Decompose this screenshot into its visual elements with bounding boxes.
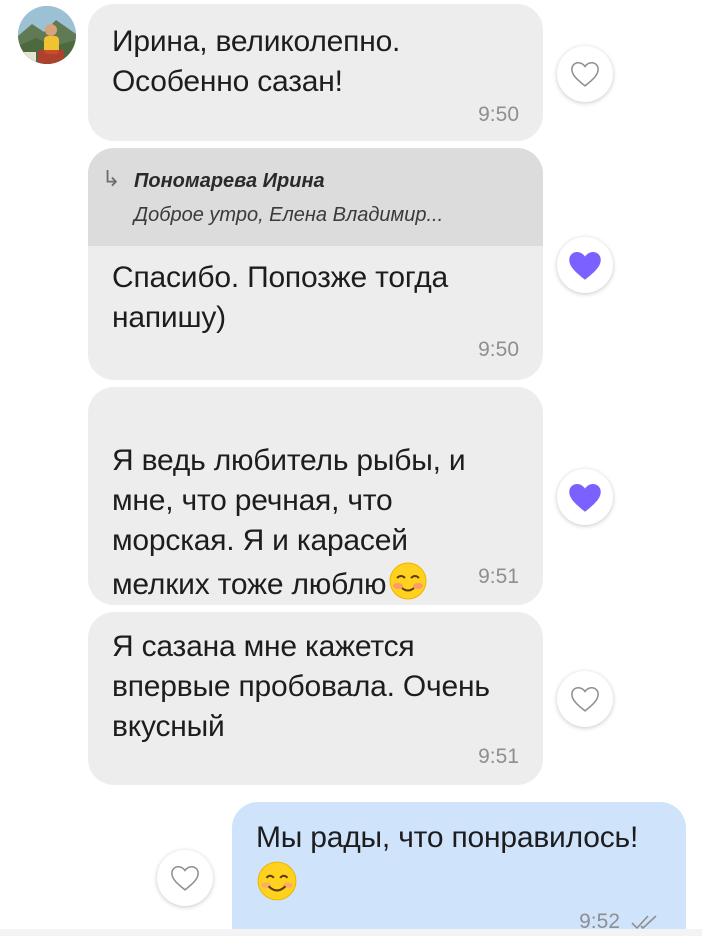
like-button[interactable]	[557, 671, 613, 727]
heart-outline-icon	[571, 686, 599, 712]
message-text: Ирина, великолепно. Особенно сазан!	[112, 25, 401, 98]
smiling-face-blush-emoji	[388, 561, 428, 605]
smiling-face-emoji	[256, 860, 298, 907]
heart-filled-icon	[569, 251, 601, 280]
heart-outline-icon	[571, 61, 599, 87]
bottom-divider	[0, 929, 702, 936]
heart-filled-icon	[569, 483, 601, 512]
reply-quote[interactable]: ↳ Пономарева Ирина Доброе утро, Елена Вл…	[88, 148, 543, 246]
message-time: 9:50	[478, 338, 519, 361]
message-bubble[interactable]: Я ведь любитель рыбы, и мне, что речная,…	[88, 387, 543, 605]
message-text: Я ведь любитель рыбы, и мне, что речная,…	[112, 401, 523, 605]
avatar-photo	[18, 6, 76, 64]
like-button[interactable]	[557, 469, 613, 525]
message-time: 9:50	[478, 103, 519, 126]
message-text: Мы рады, что понравилось!	[256, 821, 639, 854]
message-bubble[interactable]: ↳ Пономарева Ирина Доброе утро, Елена Вл…	[88, 148, 543, 380]
heart-outline-icon	[171, 865, 199, 891]
message-bubble[interactable]: Ирина, великолепно. Особенно сазан! 9:50	[88, 4, 543, 141]
message-time: 9:51	[478, 745, 519, 768]
message-time: 9:51	[478, 565, 519, 588]
reply-snippet: Доброе утро, Елена Владимир...	[134, 204, 444, 226]
message-bubble[interactable]: Я сазана мне кажется впервые пробовала. …	[88, 612, 543, 785]
sender-avatar[interactable]	[18, 6, 76, 64]
like-button[interactable]	[557, 237, 613, 293]
reply-author: Пономарева Ирина	[134, 170, 325, 192]
outgoing-message-bubble[interactable]: Мы рады, что понравилось! 9:52	[232, 802, 686, 936]
message-text: Я сазана мне кажется впервые пробовала. …	[112, 630, 490, 743]
like-button[interactable]	[557, 46, 613, 102]
message-text: Спасибо. Попозже тогда напишу)	[112, 261, 449, 334]
reply-arrow-icon: ↳	[102, 166, 121, 191]
like-button[interactable]	[157, 850, 213, 906]
